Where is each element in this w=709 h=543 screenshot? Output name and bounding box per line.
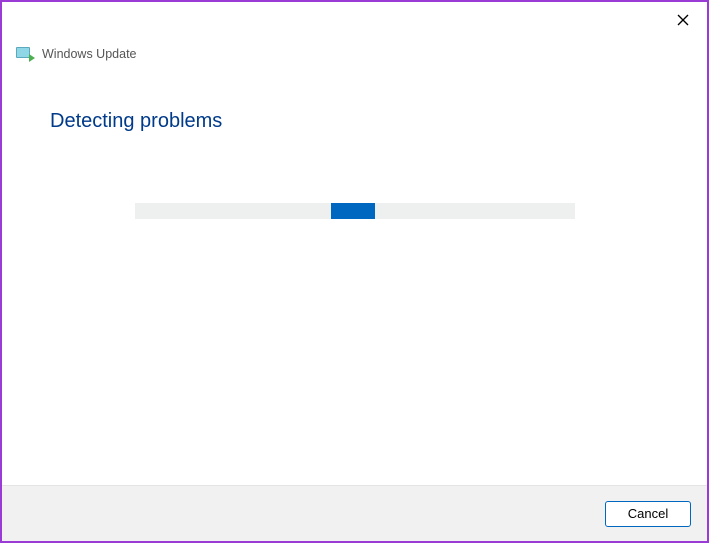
cancel-button[interactable]: Cancel [605,501,691,527]
close-icon [677,14,689,26]
close-button[interactable] [669,8,697,32]
content-area: Detecting problems [2,66,707,485]
progress-track [135,203,575,219]
header-title: Windows Update [42,47,137,61]
troubleshoot-icon [16,47,34,61]
header-row: Windows Update [2,38,707,66]
titlebar [2,2,707,38]
page-title: Detecting problems [50,110,659,133]
troubleshooter-window: Windows Update Detecting problems Cancel [0,0,709,543]
progress-bar [331,203,375,219]
footer: Cancel [2,485,707,541]
